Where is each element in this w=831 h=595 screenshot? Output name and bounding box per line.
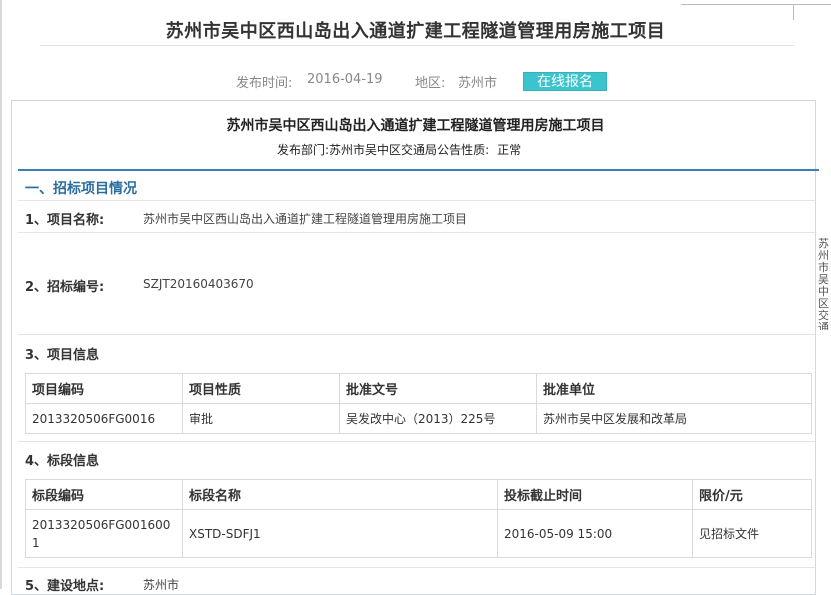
table-header: 标段名称 (182, 479, 498, 510)
table-cell: 见招标文件 (692, 509, 812, 558)
meta-row: 发布时间: 2016-04-19 地区: 苏州市 (0, 72, 831, 92)
row-divider (18, 567, 815, 568)
table-cell: 2016-05-09 15:00 (497, 509, 693, 558)
table-header: 限价/元 (692, 479, 812, 510)
project-name-value: 苏州市吴中区西山岛出入通道扩建工程隧道管理用房施工项目 (143, 212, 468, 226)
online-signup-button[interactable]: 在线报名 (523, 72, 607, 91)
table-header: 批准文号 (339, 373, 537, 404)
page-title: 苏州市吴中区西山岛出入通道扩建工程隧道管理用房施工项目 (165, 21, 666, 42)
table-cell: XSTD-SDFJ1 (182, 509, 498, 558)
table-cell: 审批 (182, 403, 340, 434)
table-header: 批准单位 (536, 373, 812, 404)
section-title: 一、招标项目情况 (25, 181, 137, 197)
title-divider (40, 45, 795, 46)
table-header: 标段编码 (25, 479, 183, 510)
table-row: 2013320506FG0016001 XSTD-SDFJ1 2016-05-0… (25, 509, 812, 558)
table-cell: 吴发改中心（2013）225号 (339, 403, 537, 434)
project-info-label: 3、项目信息 (25, 348, 100, 363)
project-info-table: 项目编码 项目性质 批准文号 批准单位 2013320506FG0016 审批 … (25, 373, 812, 434)
notice-subtitle: 发布部门:苏州市吴中区交通局公告性质: 正常 (277, 141, 521, 158)
dept-label: 发布部门: (277, 143, 330, 157)
lot-info-table: 标段编码 标段名称 投标截止时间 限价/元 2013320506FG001600… (25, 479, 812, 558)
table-cell: 苏州市吴中区发展和改革局 (536, 403, 812, 434)
dept-value: 苏州市吴中区交通局 (329, 143, 438, 157)
section-divider (18, 169, 819, 171)
table-header-row: 项目编码 项目性质 批准文号 批准单位 (25, 373, 812, 404)
bid-no-label: 2、招标编号: (25, 280, 105, 295)
location-label: 5、建设地点: (25, 579, 105, 594)
row-divider (18, 441, 815, 442)
region-label: 地区: (415, 76, 446, 91)
notice-title: 苏州市吴中区西山岛出入通道扩建工程隧道管理用房施工项目 (226, 118, 605, 134)
side-overflow-text: 苏州市吴中区交通局公告性质:正常SZ (818, 238, 829, 330)
section-underline (18, 200, 815, 201)
table-row: 2013320506FG0016 审批 吴发改中心（2013）225号 苏州市吴… (25, 403, 812, 434)
row-divider (18, 334, 815, 335)
table-header: 项目性质 (182, 373, 340, 404)
location-value: 苏州市 (143, 578, 180, 592)
nature-value: 正常 (497, 143, 522, 157)
top-rule (681, 4, 831, 5)
nature-label: 公告性质: (437, 143, 490, 157)
row-divider (18, 232, 815, 233)
table-header: 投标截止时间 (497, 479, 693, 510)
table-cell: 2013320506FG0016 (25, 403, 183, 434)
table-cell: 2013320506FG0016001 (25, 509, 183, 558)
table-header: 项目编码 (25, 373, 183, 404)
table-header-row: 标段编码 标段名称 投标截止时间 限价/元 (25, 479, 812, 510)
project-name-label: 1、项目名称: (25, 213, 105, 228)
bid-no-value: SZJT20160403670 (143, 277, 254, 291)
lot-info-label: 4、标段信息 (25, 454, 100, 469)
region-value: 苏州市 (458, 76, 498, 91)
publish-date: 2016-04-19 (307, 72, 383, 87)
date-label: 发布时间: (236, 76, 293, 91)
